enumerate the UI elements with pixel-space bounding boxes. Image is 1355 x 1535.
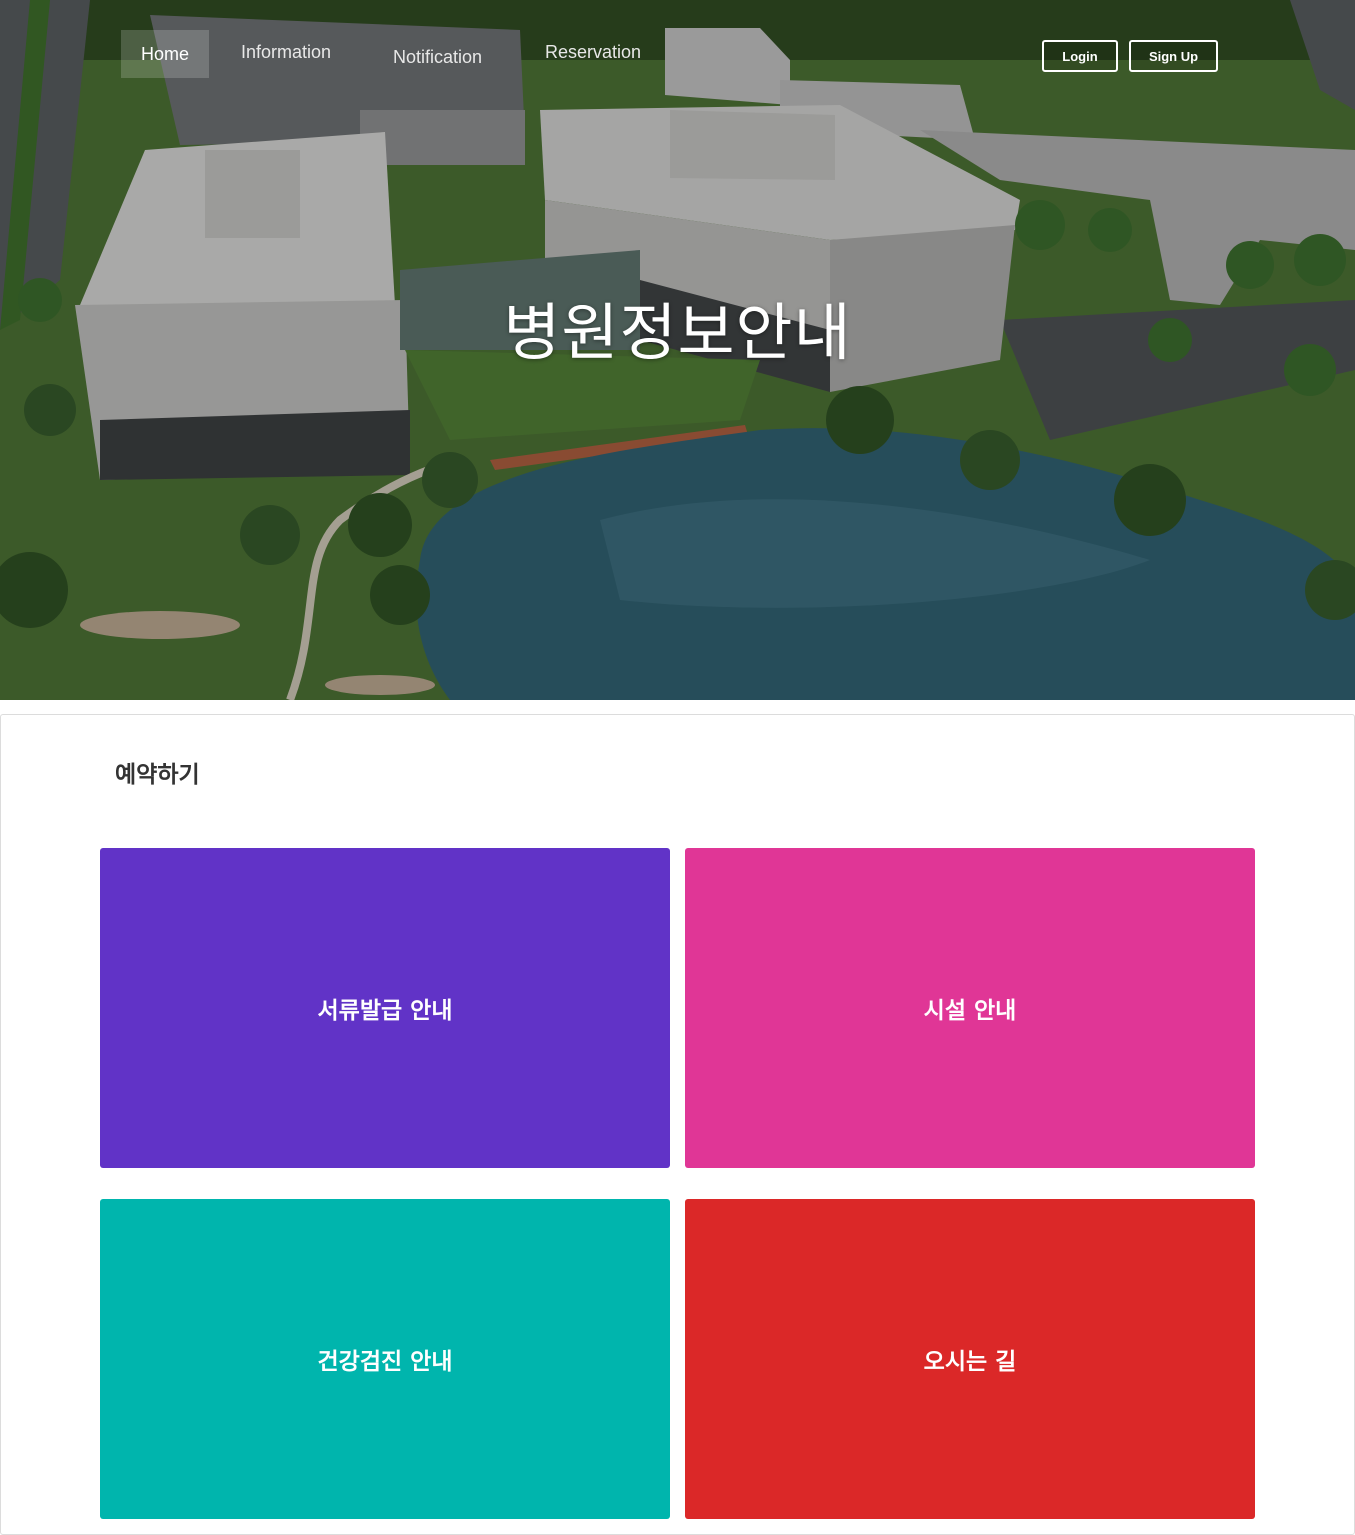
tile-label: 건강검진 안내 bbox=[317, 1349, 453, 1375]
tile-label: 오시는 길 bbox=[923, 1349, 1017, 1375]
hero-title: 병원정보안내 bbox=[503, 296, 852, 369]
nav-item-reservation[interactable]: Reservation bbox=[545, 42, 641, 63]
section-title: 예약하기 bbox=[115, 762, 200, 788]
reservation-section: 예약하기 서류발급 안내 시설 안내 건강검진 안내 오시는 길 bbox=[0, 714, 1355, 1535]
tile-facility-info[interactable]: 시설 안내 bbox=[685, 848, 1255, 1168]
tile-label: 서류발급 안내 bbox=[317, 998, 453, 1024]
login-button[interactable]: Login bbox=[1042, 40, 1118, 72]
hero-banner: Home Information Notification Reservatio… bbox=[0, 0, 1355, 700]
nav-item-home[interactable]: Home bbox=[121, 30, 209, 78]
tile-label: 시설 안내 bbox=[923, 998, 1017, 1024]
tile-document-issuance[interactable]: 서류발급 안내 bbox=[100, 848, 670, 1168]
tile-health-checkup[interactable]: 건강검진 안내 bbox=[100, 1199, 670, 1519]
nav-item-information[interactable]: Information bbox=[241, 42, 331, 63]
tile-directions[interactable]: 오시는 길 bbox=[685, 1199, 1255, 1519]
signup-button[interactable]: Sign Up bbox=[1129, 40, 1218, 72]
nav-item-notification[interactable]: Notification bbox=[393, 47, 482, 68]
